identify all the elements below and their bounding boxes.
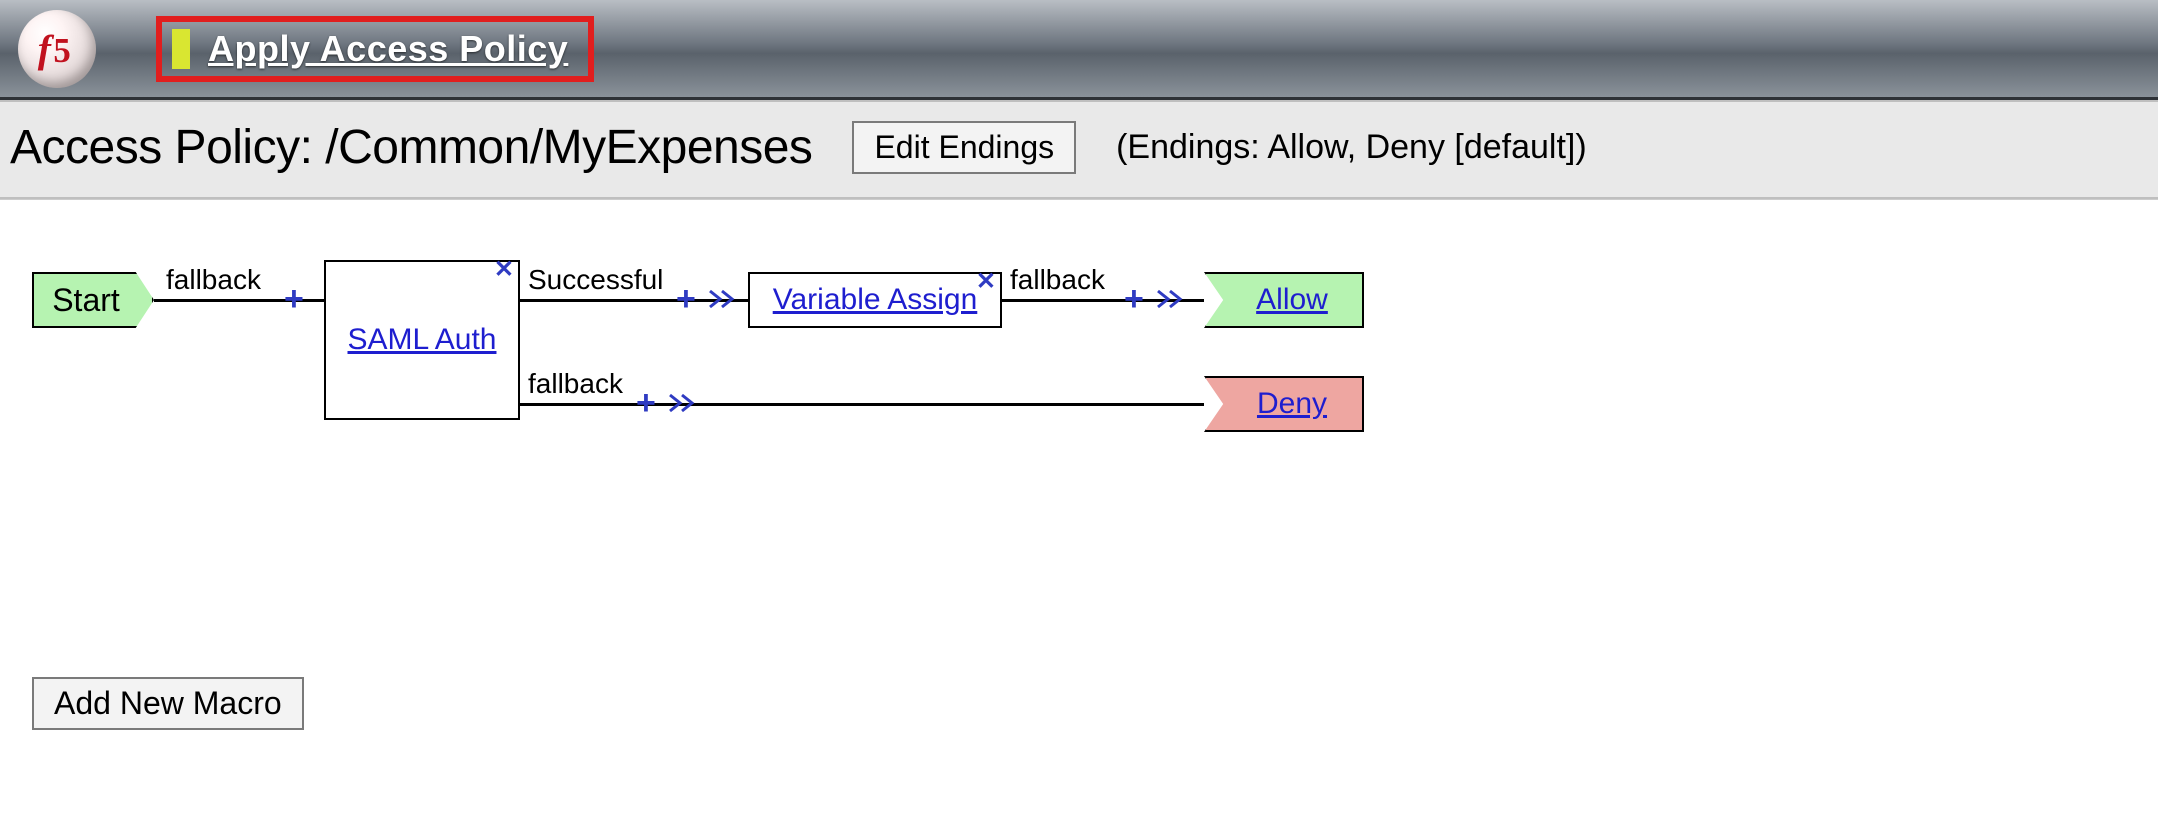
pending-changes-marker-icon: [172, 29, 190, 69]
variable-assign-node: ✕ Variable Assign: [748, 272, 1002, 328]
delete-node-close-icon[interactable]: ✕: [494, 258, 514, 282]
add-new-macro-button[interactable]: Add New Macro: [32, 677, 304, 730]
swap-branch-arrow-icon[interactable]: [668, 392, 698, 414]
add-action-plus-icon[interactable]: +: [636, 386, 656, 420]
saml-auth-node: ✕ SAML Auth: [324, 260, 520, 420]
policy-title-bar: Access Policy: /Common/MyExpenses Edit E…: [0, 100, 2158, 199]
ending-allow-link[interactable]: Allow: [1256, 283, 1328, 317]
variable-assign-link[interactable]: Variable Assign: [773, 283, 978, 317]
svg-text:5: 5: [53, 31, 70, 70]
start-node: Start: [32, 272, 154, 328]
branch-label-start-fallback: fallback: [166, 264, 261, 296]
connector-line: [520, 403, 1204, 406]
saml-auth-link[interactable]: SAML Auth: [348, 323, 497, 357]
top-header-bar: f 5 Apply Access Policy: [0, 0, 2158, 100]
endings-description: (Endings: Allow, Deny [default]): [1116, 128, 1587, 167]
apply-access-policy-link[interactable]: Apply Access Policy: [208, 28, 568, 70]
svg-text:f: f: [38, 27, 55, 71]
branch-label-varassign-fallback: fallback: [1010, 264, 1105, 296]
branch-label-saml-successful: Successful: [528, 264, 663, 296]
policy-flow: Start fallback + ✕ SAML Auth Successful …: [32, 260, 1442, 460]
f5-logo-icon: f 5: [18, 10, 96, 88]
policy-flow-canvas: Start fallback + ✕ SAML Auth Successful …: [0, 199, 2158, 760]
swap-branch-arrow-icon[interactable]: [1156, 288, 1186, 310]
ending-deny-link[interactable]: Deny: [1257, 387, 1327, 421]
branch-label-saml-fallback: fallback: [528, 368, 623, 400]
swap-branch-arrow-icon[interactable]: [708, 288, 738, 310]
apply-access-policy-highlight: Apply Access Policy: [156, 16, 594, 82]
delete-node-close-icon[interactable]: ✕: [976, 270, 996, 294]
ending-deny: Deny: [1204, 376, 1364, 432]
edit-endings-button[interactable]: Edit Endings: [852, 121, 1076, 174]
policy-title: Access Policy: /Common/MyExpenses: [10, 120, 812, 175]
ending-allow: Allow: [1204, 272, 1364, 328]
add-action-plus-icon[interactable]: +: [676, 282, 696, 316]
add-action-plus-icon[interactable]: +: [284, 282, 304, 316]
add-action-plus-icon[interactable]: +: [1124, 282, 1144, 316]
